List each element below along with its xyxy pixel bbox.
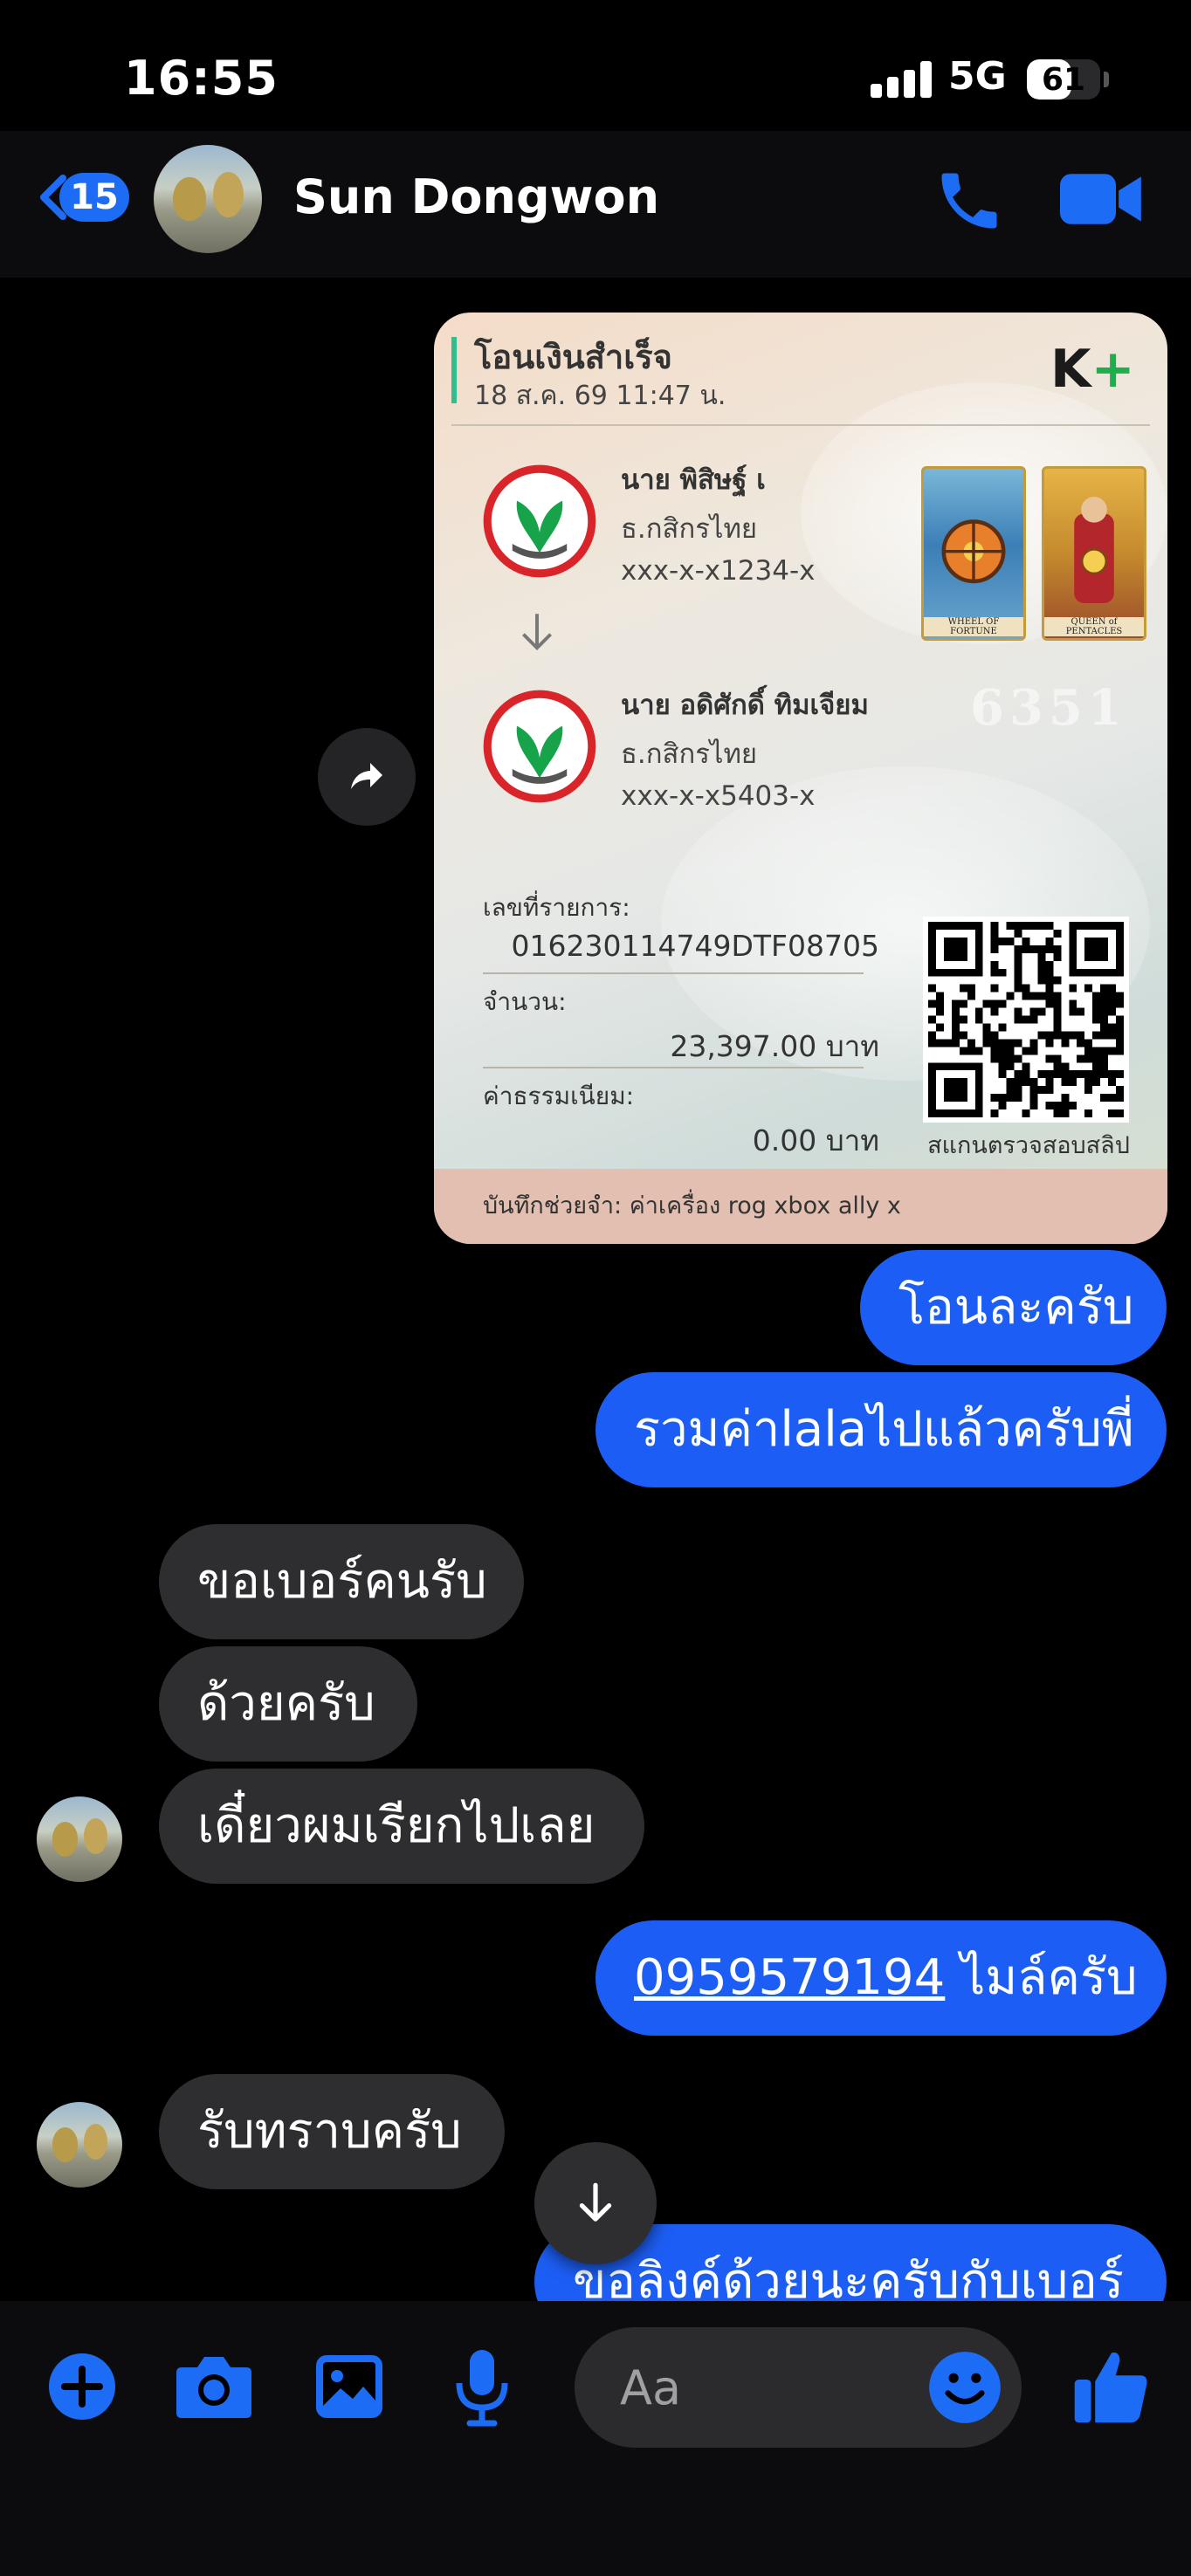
ref-value: 016230114749DTF08705 [511, 929, 879, 963]
mic-icon[interactable] [454, 2348, 510, 2427]
qr-caption: สแกนตรวจสอบสลิป [927, 1132, 1130, 1159]
message-bubble-incoming[interactable]: ด้วยครับ [159, 1646, 417, 1762]
receiver-name: นาย อดิศักดิ์ ทิมเจียม [621, 690, 869, 721]
image-icon[interactable] [314, 2353, 384, 2420]
network-label: 5G [948, 54, 1007, 99]
message-bubble-incoming[interactable]: ขอเบอร์คนรับ [159, 1524, 524, 1639]
slip-field-divider [483, 1067, 864, 1068]
tarot-card-queen: QUEEN of PENTACLES [1042, 466, 1146, 641]
receiver-account: xxx-x-x5403-x [621, 780, 816, 812]
kbank-logo-icon [483, 464, 596, 578]
message-bubble-incoming[interactable]: รับทราบครับ [159, 2074, 505, 2189]
slip-accent-bar [451, 337, 457, 403]
contact-name[interactable]: Sun Dongwon [293, 169, 659, 224]
receiver-bank: ธ.กสิกรไทย [621, 738, 758, 770]
share-button[interactable] [318, 728, 416, 826]
camera-icon[interactable] [175, 2353, 253, 2420]
message-bubble-outgoing[interactable]: โอนละครับ [860, 1250, 1167, 1365]
battery-icon: 61 [1027, 59, 1100, 100]
tarot-card-wheel: WHEEL OF FORTUNE [921, 466, 1026, 641]
status-time: 16:55 [124, 51, 279, 106]
sender-account: xxx-x-x1234-x [621, 555, 816, 587]
amount-label: จำนวน: [483, 987, 567, 1016]
phone-number-link[interactable]: 0959579194 [634, 1949, 945, 2006]
transfer-slip-image[interactable]: โอนเงินสำเร็จ 18 ส.ค. 69 11:47 น. K+ นาย… [434, 313, 1167, 1244]
signal-icon [871, 61, 932, 98]
qr-code [923, 917, 1129, 1123]
phone-icon[interactable] [933, 164, 1006, 237]
share-icon [351, 763, 382, 789]
arrow-down-icon [579, 2182, 612, 2222]
message-bubble-incoming[interactable]: เดี๋ยวผมเรียกไปเลย [159, 1769, 644, 1884]
contact-avatar-small[interactable] [37, 1796, 122, 1882]
scroll-to-bottom-button[interactable] [534, 2142, 657, 2264]
plus-icon[interactable] [47, 2352, 117, 2421]
kbank-logo-icon [483, 690, 596, 803]
amount-value: 23,397.00 บาท [670, 1029, 879, 1063]
message-bubble-outgoing[interactable]: รวมค่าlalaไปแล้วครับพี่ [596, 1372, 1167, 1487]
slip-memo: บันทึกช่วยจำ: ค่าเครื่อง rog xbox ally x [483, 1192, 901, 1219]
ref-label: เลขที่รายการ: [483, 893, 630, 922]
slip-field-divider [483, 972, 864, 974]
battery-percent: 61 [1041, 62, 1086, 98]
thumbs-up-icon[interactable] [1071, 2345, 1153, 2427]
slip-date: 18 ส.ค. 69 11:47 น. [474, 381, 726, 411]
message-text: ไมล์ครับ [945, 1949, 1138, 2006]
unread-count-badge: 15 [59, 173, 129, 222]
emoji-icon[interactable] [927, 2350, 1002, 2425]
fee-label: ค่าธรรมเนียม: [483, 1082, 635, 1110]
kplus-logo: K+ [1050, 339, 1135, 400]
lucky-number: 6351 [970, 679, 1127, 737]
sender-name: นาย พิสิษฐ์ เ [621, 464, 766, 496]
sender-bank: ธ.กสิกรไทย [621, 513, 758, 545]
message-bubble-outgoing[interactable]: 0959579194 ไมล์ครับ [596, 1920, 1167, 2036]
fee-value: 0.00 บาท [752, 1123, 879, 1157]
arrow-down-icon [522, 614, 552, 650]
contact-avatar[interactable] [154, 145, 262, 253]
battery-tip [1104, 72, 1109, 87]
slip-footer: บันทึกช่วยจำ: ค่าเครื่อง rog xbox ally x [434, 1169, 1167, 1244]
slip-divider [451, 424, 1150, 426]
contact-avatar-small[interactable] [37, 2102, 122, 2188]
video-icon[interactable] [1060, 171, 1144, 227]
back-button[interactable]: 15 [26, 166, 140, 227]
